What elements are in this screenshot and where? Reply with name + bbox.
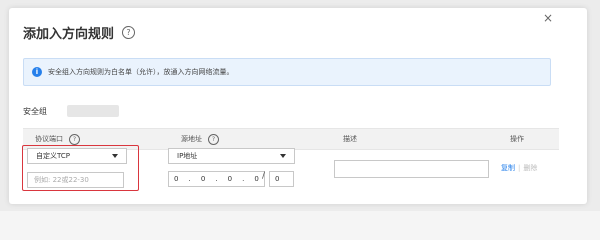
ip-octet-2[interactable]: 0 [201,175,205,183]
port-input[interactable]: 例如: 22或22-30 [27,172,124,188]
delete-link[interactable]: 删除 [523,163,537,173]
copy-link[interactable]: 复制 [501,163,515,173]
mask-separator: / [262,171,266,181]
security-group-value-redacted [67,105,119,117]
chevron-down-icon [280,154,286,158]
protocol-help-icon[interactable]: ? [69,133,80,145]
security-group-label: 安全组 [23,106,47,116]
source-type-select-value: IP地址 [177,152,198,160]
info-banner: i 安全组入方向规则为白名单（允许），放通入方向网络流量。 [23,58,551,86]
source-help-icon[interactable]: ? [208,133,219,145]
header-protocol-port-label: 协议端口 [35,135,63,143]
chevron-down-icon [112,154,118,158]
ip-dot: . [188,175,191,183]
subnet-mask-value: 0 [275,175,280,183]
protocol-select[interactable]: 自定义TCP [27,148,127,164]
header-actions: 操作 [510,129,524,149]
row-actions: 复制 | 删除 [501,163,537,173]
header-description: 描述 [343,129,357,149]
ip-octet-1[interactable]: 0 [174,175,178,183]
header-actions-label: 操作 [510,135,524,143]
port-input-placeholder: 例如: 22或22-30 [34,176,89,184]
header-source-label: 源地址 [181,135,202,143]
info-banner-text: 安全组入方向规则为白名单（允许），放通入方向网络流量。 [48,68,234,76]
source-type-select[interactable]: IP地址 [168,148,295,164]
ip-address-input[interactable]: 0 . 0 . 0 . 0 [168,171,265,187]
screenshot-frame: × 添加入方向规则 ? i 安全组入方向规则为白名单（允许），放通入方向网络流量… [0,0,600,211]
info-icon: i [32,67,42,77]
dialog-title: 添加入方向规则 [23,27,115,42]
ip-dot: . [242,175,245,183]
header-description-label: 描述 [343,135,357,143]
header-source: 源地址 ? [181,129,219,149]
ip-dot: . [215,175,218,183]
action-separator: | [518,164,521,172]
description-input[interactable] [334,160,489,178]
protocol-select-value: 自定义TCP [36,152,70,160]
help-icon[interactable]: ? [122,26,136,39]
security-group-row: 安全组 [23,105,119,117]
subnet-mask-input[interactable]: 0 [269,171,294,187]
close-icon[interactable]: × [543,12,553,24]
dialog-title-row: 添加入方向规则 ? [23,23,136,42]
ip-octet-4[interactable]: 0 [254,175,258,183]
ip-octet-3[interactable]: 0 [228,175,232,183]
